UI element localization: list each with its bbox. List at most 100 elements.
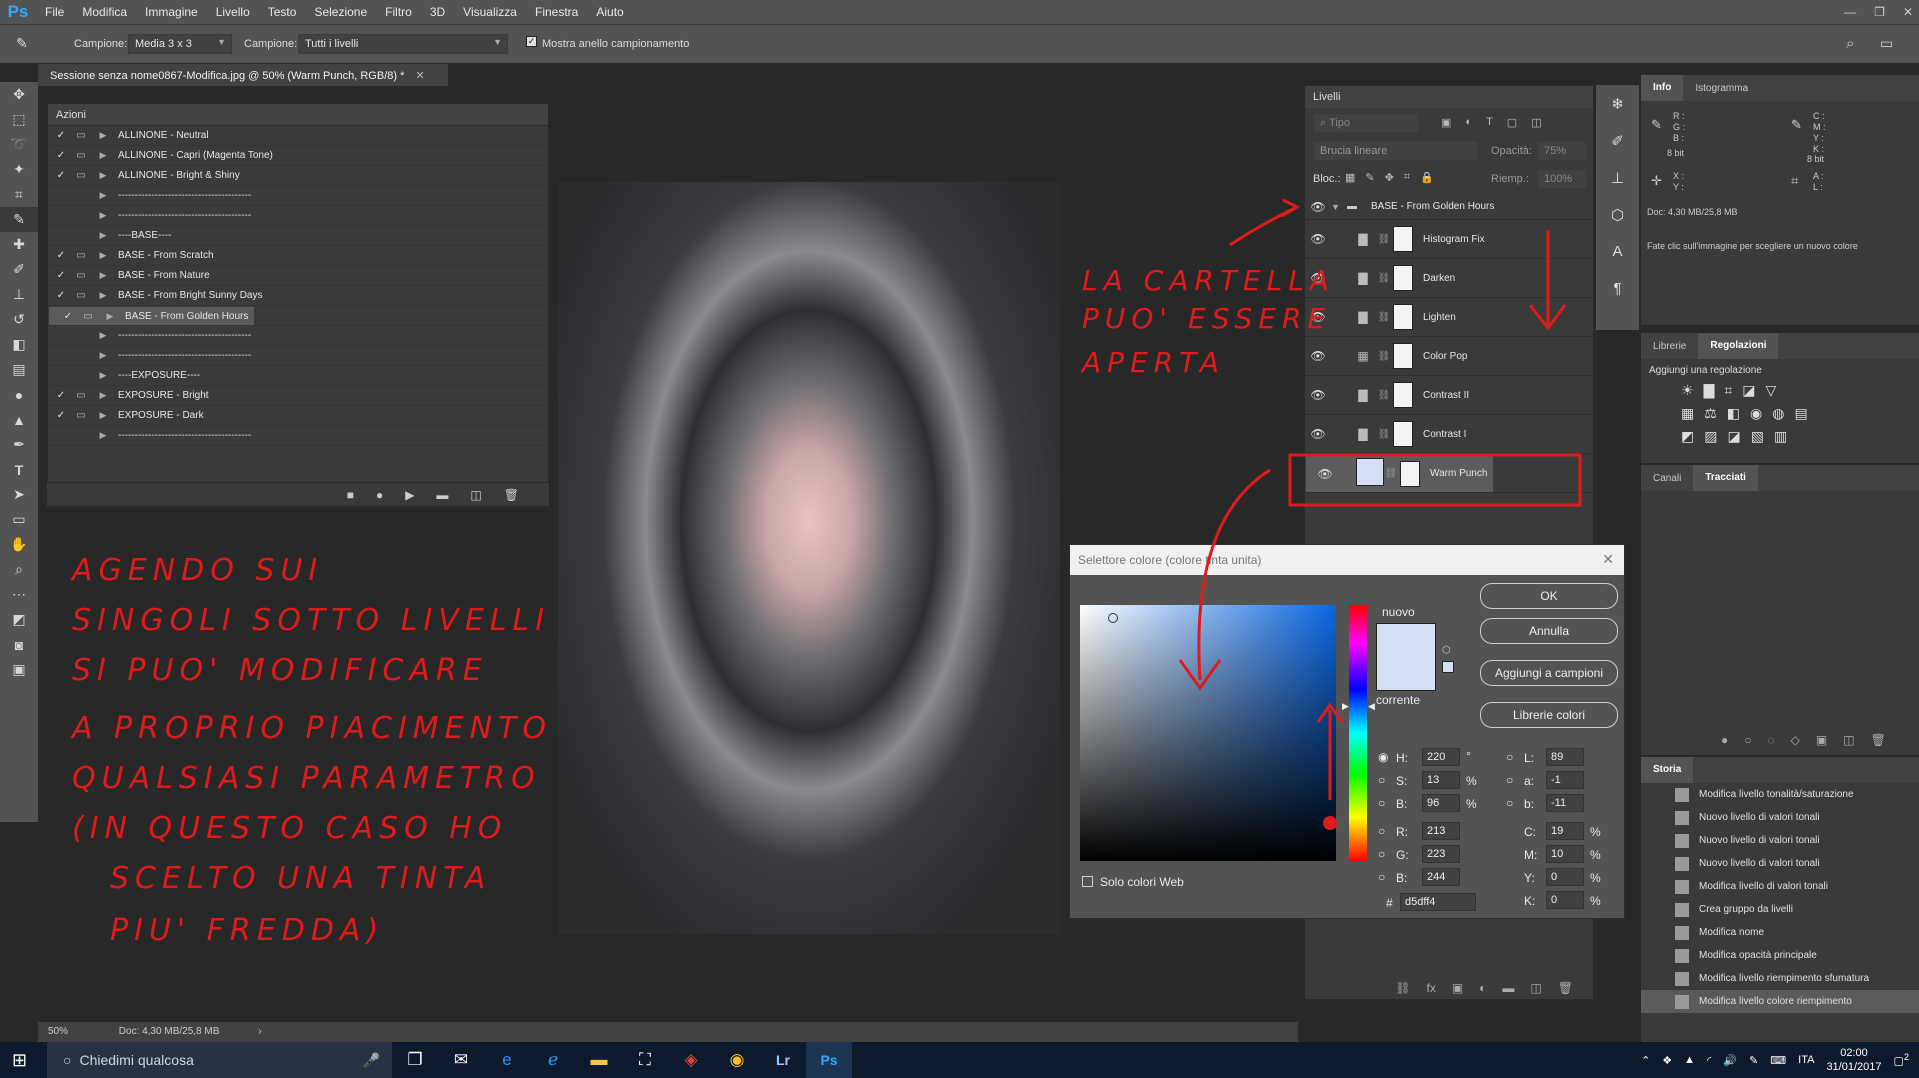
input-m[interactable]: 10 [1546, 845, 1584, 863]
action-toggle-checkbox[interactable]: ✓ [54, 290, 68, 301]
paragraph-icon[interactable]: ¶ [1596, 270, 1639, 307]
history-row[interactable]: Modifica livello tonalità/saturazione [1641, 783, 1919, 806]
posterize-icon[interactable]: ▨ [1704, 428, 1727, 444]
expand-arrow-icon[interactable]: ▶ [94, 270, 112, 281]
workspace-icon[interactable]: ▭ [1880, 35, 1893, 52]
minimize-icon[interactable]: — [1844, 5, 1856, 19]
status-arrow-icon[interactable]: › [258, 1026, 261, 1037]
dialog-toggle-icon[interactable]: ▭ [74, 170, 88, 181]
show-ring-checkbox[interactable]: ✓ [526, 36, 537, 47]
hue-slider[interactable] [1349, 605, 1367, 861]
eye-icon[interactable]: 👁 [1312, 467, 1338, 481]
microphone-icon[interactable]: 🎤 [363, 1052, 380, 1069]
layer-row[interactable]: 👁 ▇ ⛓ Histogram Fix [1305, 220, 1593, 259]
chrome-icon[interactable]: ◉ [714, 1042, 760, 1078]
eye-icon[interactable]: 👁 [1305, 388, 1331, 402]
new-path-icon[interactable]: ◫ [1843, 733, 1854, 747]
layer-row[interactable]: 👁 ▇ ⛓ Contrast I [1305, 415, 1593, 454]
tab-info[interactable]: Info [1641, 75, 1684, 101]
radio-l[interactable]: ○ [1506, 750, 1513, 764]
quick-mask-icon[interactable]: ◙ [0, 632, 38, 657]
taskbar-search[interactable]: ○ Chiedimi qualcosa 🎤 [47, 1042, 392, 1078]
magic-wand-icon[interactable]: ✦ [0, 157, 38, 182]
input-y[interactable]: 0 [1546, 868, 1584, 886]
expand-arrow-icon[interactable]: ▶ [94, 230, 112, 241]
expand-arrow-icon[interactable]: ▶ [94, 330, 112, 341]
gradient-tool-icon[interactable]: ▤ [0, 357, 38, 382]
input-hex[interactable]: d5dff4 [1400, 893, 1476, 911]
input-s[interactable]: 13 [1422, 771, 1460, 789]
vibrance-icon[interactable]: ▽ [1765, 382, 1786, 398]
layer-row[interactable]: 👁 ▦ ⛓ Color Pop [1305, 337, 1593, 376]
link-icon[interactable]: ⛓ [1377, 429, 1391, 440]
layer-row[interactable]: 👁 ⛓ Warm Punch [1305, 454, 1495, 493]
action-toggle-checkbox[interactable]: ✓ [54, 150, 68, 161]
selective-color-icon[interactable]: ▧ [1751, 428, 1774, 444]
dialog-toggle-icon[interactable]: ▭ [74, 130, 88, 141]
layer-mask-thumb[interactable] [1393, 382, 1413, 408]
action-toggle-checkbox[interactable]: ✓ [54, 270, 68, 281]
menu-aiuto[interactable]: Aiuto [587, 5, 632, 19]
input-h[interactable]: 220 [1422, 748, 1460, 766]
lock-all-icon[interactable]: 🔒 [1420, 171, 1434, 184]
windows-start-icon[interactable]: ⊞ [12, 1050, 27, 1071]
action-row[interactable]: ✓ ▭ ▶ ALLINONE - Bright & Shiny [48, 166, 548, 186]
load-selection-icon[interactable]: ◌ [1768, 733, 1775, 747]
action-row[interactable]: ▶ ---------------------------------------… [48, 346, 548, 366]
lock-artboard-icon[interactable]: ⌗ [1404, 171, 1410, 184]
history-row[interactable]: Nuovo livello di valori tonali [1641, 806, 1919, 829]
menu-3d[interactable]: 3D [421, 5, 454, 19]
restore-icon[interactable]: ❐ [1874, 5, 1885, 19]
action-row[interactable]: ▶ ---------------------------------------… [48, 426, 548, 446]
fill-input[interactable]: 100% [1537, 169, 1587, 189]
zoom-level[interactable]: 50% [48, 1026, 68, 1037]
exposure-icon[interactable]: ◪ [1742, 382, 1765, 398]
record-icon[interactable]: ● [376, 488, 383, 502]
dialog-toggle-icon[interactable]: ▭ [74, 270, 88, 281]
lock-transparent-icon[interactable]: ▦ [1345, 171, 1355, 184]
close-icon[interactable]: ✕ [1903, 5, 1913, 19]
link-icon[interactable]: ⛓ [1377, 351, 1391, 362]
hue-slider-handle-left[interactable]: ▶ [1342, 701, 1349, 712]
color-field-marker[interactable] [1108, 613, 1118, 623]
radio-g[interactable]: ○ [1378, 847, 1385, 861]
trash-icon[interactable]: 🗑 [504, 488, 519, 502]
new-layer-icon[interactable]: ◫ [1530, 981, 1541, 995]
path-select-icon[interactable]: ➤ [0, 482, 38, 507]
menu-livello[interactable]: Livello [207, 5, 259, 19]
radio-h[interactable]: ◉ [1378, 750, 1388, 764]
eye-icon[interactable]: 👁 [1305, 427, 1331, 441]
input-lab-b[interactable]: -11 [1546, 794, 1584, 812]
dialog-toggle-icon[interactable]: ▭ [81, 311, 95, 322]
layer-row[interactable]: 👁 ▇ ⛓ Contrast II [1305, 376, 1593, 415]
language-indicator[interactable]: ITA [1798, 1054, 1814, 1066]
blend-mode-select[interactable]: Brucia lineare [1313, 141, 1478, 161]
layer-mask-thumb[interactable] [1393, 304, 1413, 330]
invert-icon[interactable]: ◩ [1681, 428, 1704, 444]
drive-icon[interactable]: ▲ [1684, 1054, 1695, 1066]
history-row[interactable]: Modifica opacità principale [1641, 944, 1919, 967]
expand-arrow-icon[interactable]: ▶ [94, 250, 112, 261]
dropbox-icon[interactable]: ❖ [1662, 1054, 1672, 1067]
menu-selezione[interactable]: Selezione [305, 5, 376, 19]
sample-select[interactable]: Tutti i livelli ▼ [298, 34, 508, 54]
input-b[interactable]: 96 [1422, 794, 1460, 812]
new-adjustment-icon[interactable]: ◐ [1479, 981, 1486, 995]
hue-slider-handle-right[interactable]: ◀ [1368, 701, 1375, 712]
brush-settings-icon[interactable]: ✐ [1596, 122, 1639, 159]
task-view-icon[interactable]: ❐ [392, 1042, 438, 1078]
action-row[interactable]: ✓ ▭ ▶ ALLINONE - Capri (Magenta Tone) [48, 146, 548, 166]
action-row[interactable]: ▶ ----EXPOSURE---- [48, 366, 548, 386]
hue-sat-icon[interactable]: ▦ [1681, 405, 1704, 421]
menu-modifica[interactable]: Modifica [73, 5, 136, 19]
history-row[interactable]: Modifica livello riempimento sfumatura [1641, 967, 1919, 990]
radio-blue[interactable]: ○ [1378, 870, 1385, 884]
web-safe-warning-icon[interactable] [1442, 661, 1454, 673]
tab-libraries[interactable]: Librerie [1641, 341, 1698, 352]
action-row[interactable]: ▶ ---------------------------------------… [48, 206, 548, 226]
bw-icon[interactable]: ◧ [1727, 405, 1750, 421]
menu-filtro[interactable]: Filtro [376, 5, 421, 19]
curves-icon[interactable]: ⌗ [1724, 382, 1742, 398]
input-l[interactable]: 89 [1546, 748, 1584, 766]
cancel-button[interactable]: Annulla [1480, 618, 1618, 644]
